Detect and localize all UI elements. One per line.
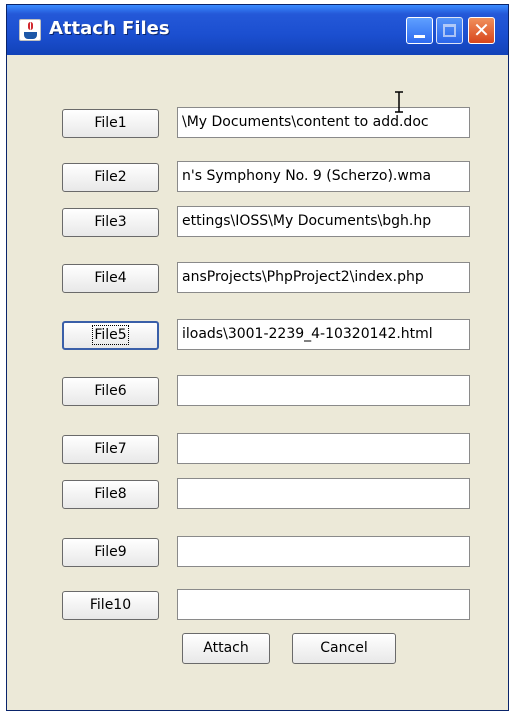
attach-files-window: Attach Files ✕ File1 \My Documents\conte… xyxy=(6,4,509,711)
title-bar[interactable]: Attach Files ✕ xyxy=(7,5,508,55)
file7-button[interactable]: File7 xyxy=(62,435,159,464)
file8-path-field[interactable] xyxy=(177,478,470,509)
file4-button[interactable]: File4 xyxy=(62,264,159,293)
file1-path-field[interactable]: \My Documents\content to add.doc xyxy=(177,107,470,138)
file3-button[interactable]: File3 xyxy=(62,208,159,237)
close-icon: ✕ xyxy=(473,18,490,42)
cancel-button[interactable]: Cancel xyxy=(292,633,396,664)
file5-button[interactable]: File5 xyxy=(62,321,159,350)
file10-path-field[interactable] xyxy=(177,589,470,620)
file6-button[interactable]: File6 xyxy=(62,377,159,406)
close-button[interactable]: ✕ xyxy=(468,17,495,44)
file4-path-field[interactable]: ansProjects\PhpProject2\index.php xyxy=(177,262,470,293)
maximize-button[interactable] xyxy=(436,17,463,44)
text-cursor-icon xyxy=(395,91,403,113)
maximize-icon xyxy=(443,24,456,37)
file5-path-field[interactable]: iloads\3001-2239_4-10320142.html xyxy=(177,319,470,350)
file6-path-field[interactable] xyxy=(177,375,470,406)
minimize-icon xyxy=(414,35,425,38)
window-title: Attach Files xyxy=(49,18,170,39)
file2-path-field[interactable]: n's Symphony No. 9 (Scherzo).wma xyxy=(177,161,470,192)
file7-path-field[interactable] xyxy=(177,433,470,464)
attach-button[interactable]: Attach xyxy=(182,633,270,664)
file10-button[interactable]: File10 xyxy=(62,591,159,620)
java-icon xyxy=(19,19,41,41)
file3-path-field[interactable]: ettings\IOSS\My Documents\bgh.hp xyxy=(177,206,470,237)
minimize-button[interactable] xyxy=(406,17,433,44)
file2-button[interactable]: File2 xyxy=(62,163,159,192)
file9-button[interactable]: File9 xyxy=(62,538,159,567)
file8-button[interactable]: File8 xyxy=(62,480,159,509)
file1-button[interactable]: File1 xyxy=(62,109,159,138)
file9-path-field[interactable] xyxy=(177,536,470,567)
